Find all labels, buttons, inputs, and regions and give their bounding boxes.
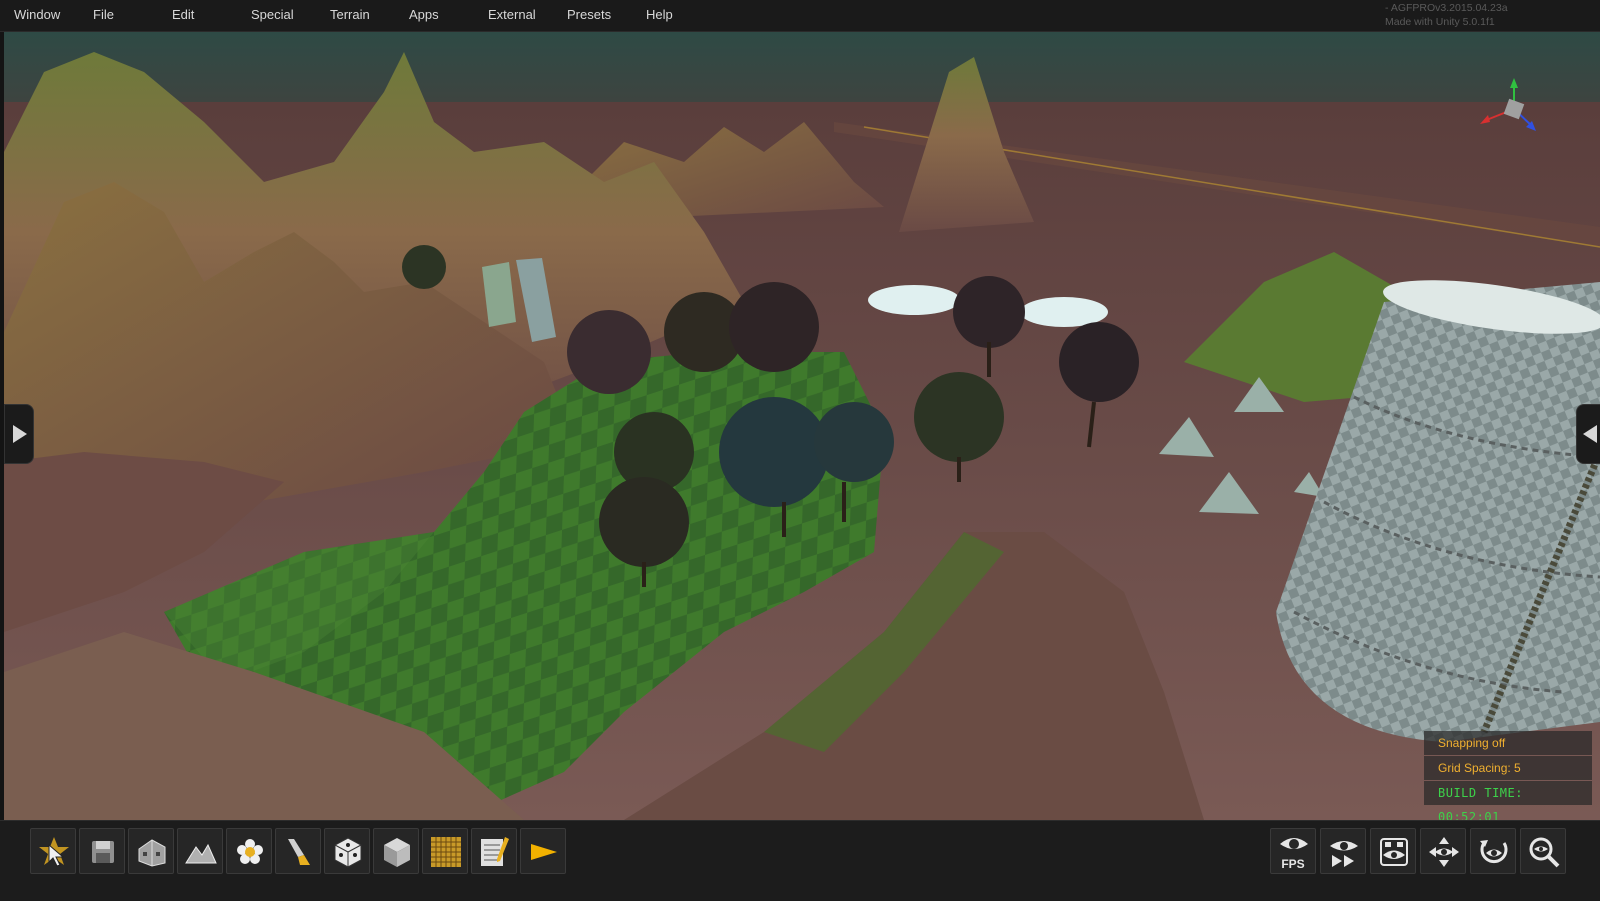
solid-cube-icon [384, 838, 410, 867]
orbit-camera-button[interactable] [1470, 828, 1516, 874]
play-icon [531, 844, 557, 860]
foliage-button[interactable] [226, 828, 272, 874]
menu-external[interactable]: External [488, 7, 536, 22]
fly-camera-icon [1330, 841, 1358, 867]
play-right-icon [13, 425, 27, 443]
version-line: - AGFPROv3.2015.04.23a [1385, 2, 1508, 14]
building-button[interactable] [128, 828, 174, 874]
bottom-toolbar: FPS [0, 820, 1600, 901]
move-camera-icon [1429, 837, 1459, 867]
terrain-button[interactable] [177, 828, 223, 874]
paint-button[interactable] [275, 828, 321, 874]
notes-button[interactable] [471, 828, 517, 874]
select-cursor-icon [39, 837, 69, 867]
fps-label: FPS [1281, 857, 1305, 871]
build-time: BUILD TIME: 00:52:01 [1424, 781, 1592, 824]
menu-bar: Window File Edit Special Terrain Apps Ex… [0, 0, 1600, 32]
save-disk-icon [92, 841, 114, 863]
fps-camera-button[interactable]: FPS [1270, 828, 1316, 874]
play-button[interactable] [520, 828, 566, 874]
play-left-icon [1583, 425, 1597, 443]
fly-camera-button[interactable] [1320, 828, 1366, 874]
camera-view-button[interactable] [1370, 828, 1416, 874]
engine-line: Made with Unity 5.0.1f1 [1385, 16, 1495, 28]
grid-tile-icon [431, 837, 461, 867]
paint-brush-icon [288, 839, 310, 865]
info-panel: Snapping off Grid Spacing: 5 BUILD TIME:… [1424, 731, 1592, 824]
left-panel-toggle[interactable] [4, 404, 34, 464]
menu-file[interactable]: File [93, 7, 114, 22]
scene-viewport[interactable] [4, 32, 1600, 820]
grid-button[interactable] [422, 828, 468, 874]
right-panel-toggle[interactable] [1576, 404, 1600, 464]
orbit-camera-icon [1480, 840, 1508, 864]
zoom-camera-button[interactable] [1520, 828, 1566, 874]
move-camera-button[interactable] [1420, 828, 1466, 874]
grid-spacing[interactable]: Grid Spacing: 5 [1424, 756, 1592, 780]
menu-edit[interactable]: Edit [172, 7, 194, 22]
menu-window[interactable]: Window [14, 7, 60, 22]
menu-apps[interactable]: Apps [409, 7, 439, 22]
prefab-cube-icon [334, 837, 362, 868]
flower-icon [237, 839, 263, 864]
save-button[interactable] [79, 828, 125, 874]
menu-special[interactable]: Special [251, 7, 294, 22]
select-tool-button[interactable] [30, 828, 76, 874]
building-icon [138, 839, 166, 867]
zoom-search-icon [1529, 837, 1560, 868]
cube-button[interactable] [373, 828, 419, 874]
fps-camera-icon [1280, 838, 1308, 849]
terrain-mountains-icon [185, 843, 217, 864]
menu-presets[interactable]: Presets [567, 7, 611, 22]
camera-view-icon [1380, 838, 1408, 866]
menu-terrain[interactable]: Terrain [330, 7, 370, 22]
version-label: - AGFPROv3.2015.04.23a Made with Unity 5… [1385, 1, 1508, 29]
scene-render [4, 32, 1600, 820]
menu-help[interactable]: Help [646, 7, 673, 22]
prefab-button[interactable] [324, 828, 370, 874]
snapping-status[interactable]: Snapping off [1424, 731, 1592, 755]
notepad-edit-icon [481, 837, 509, 866]
